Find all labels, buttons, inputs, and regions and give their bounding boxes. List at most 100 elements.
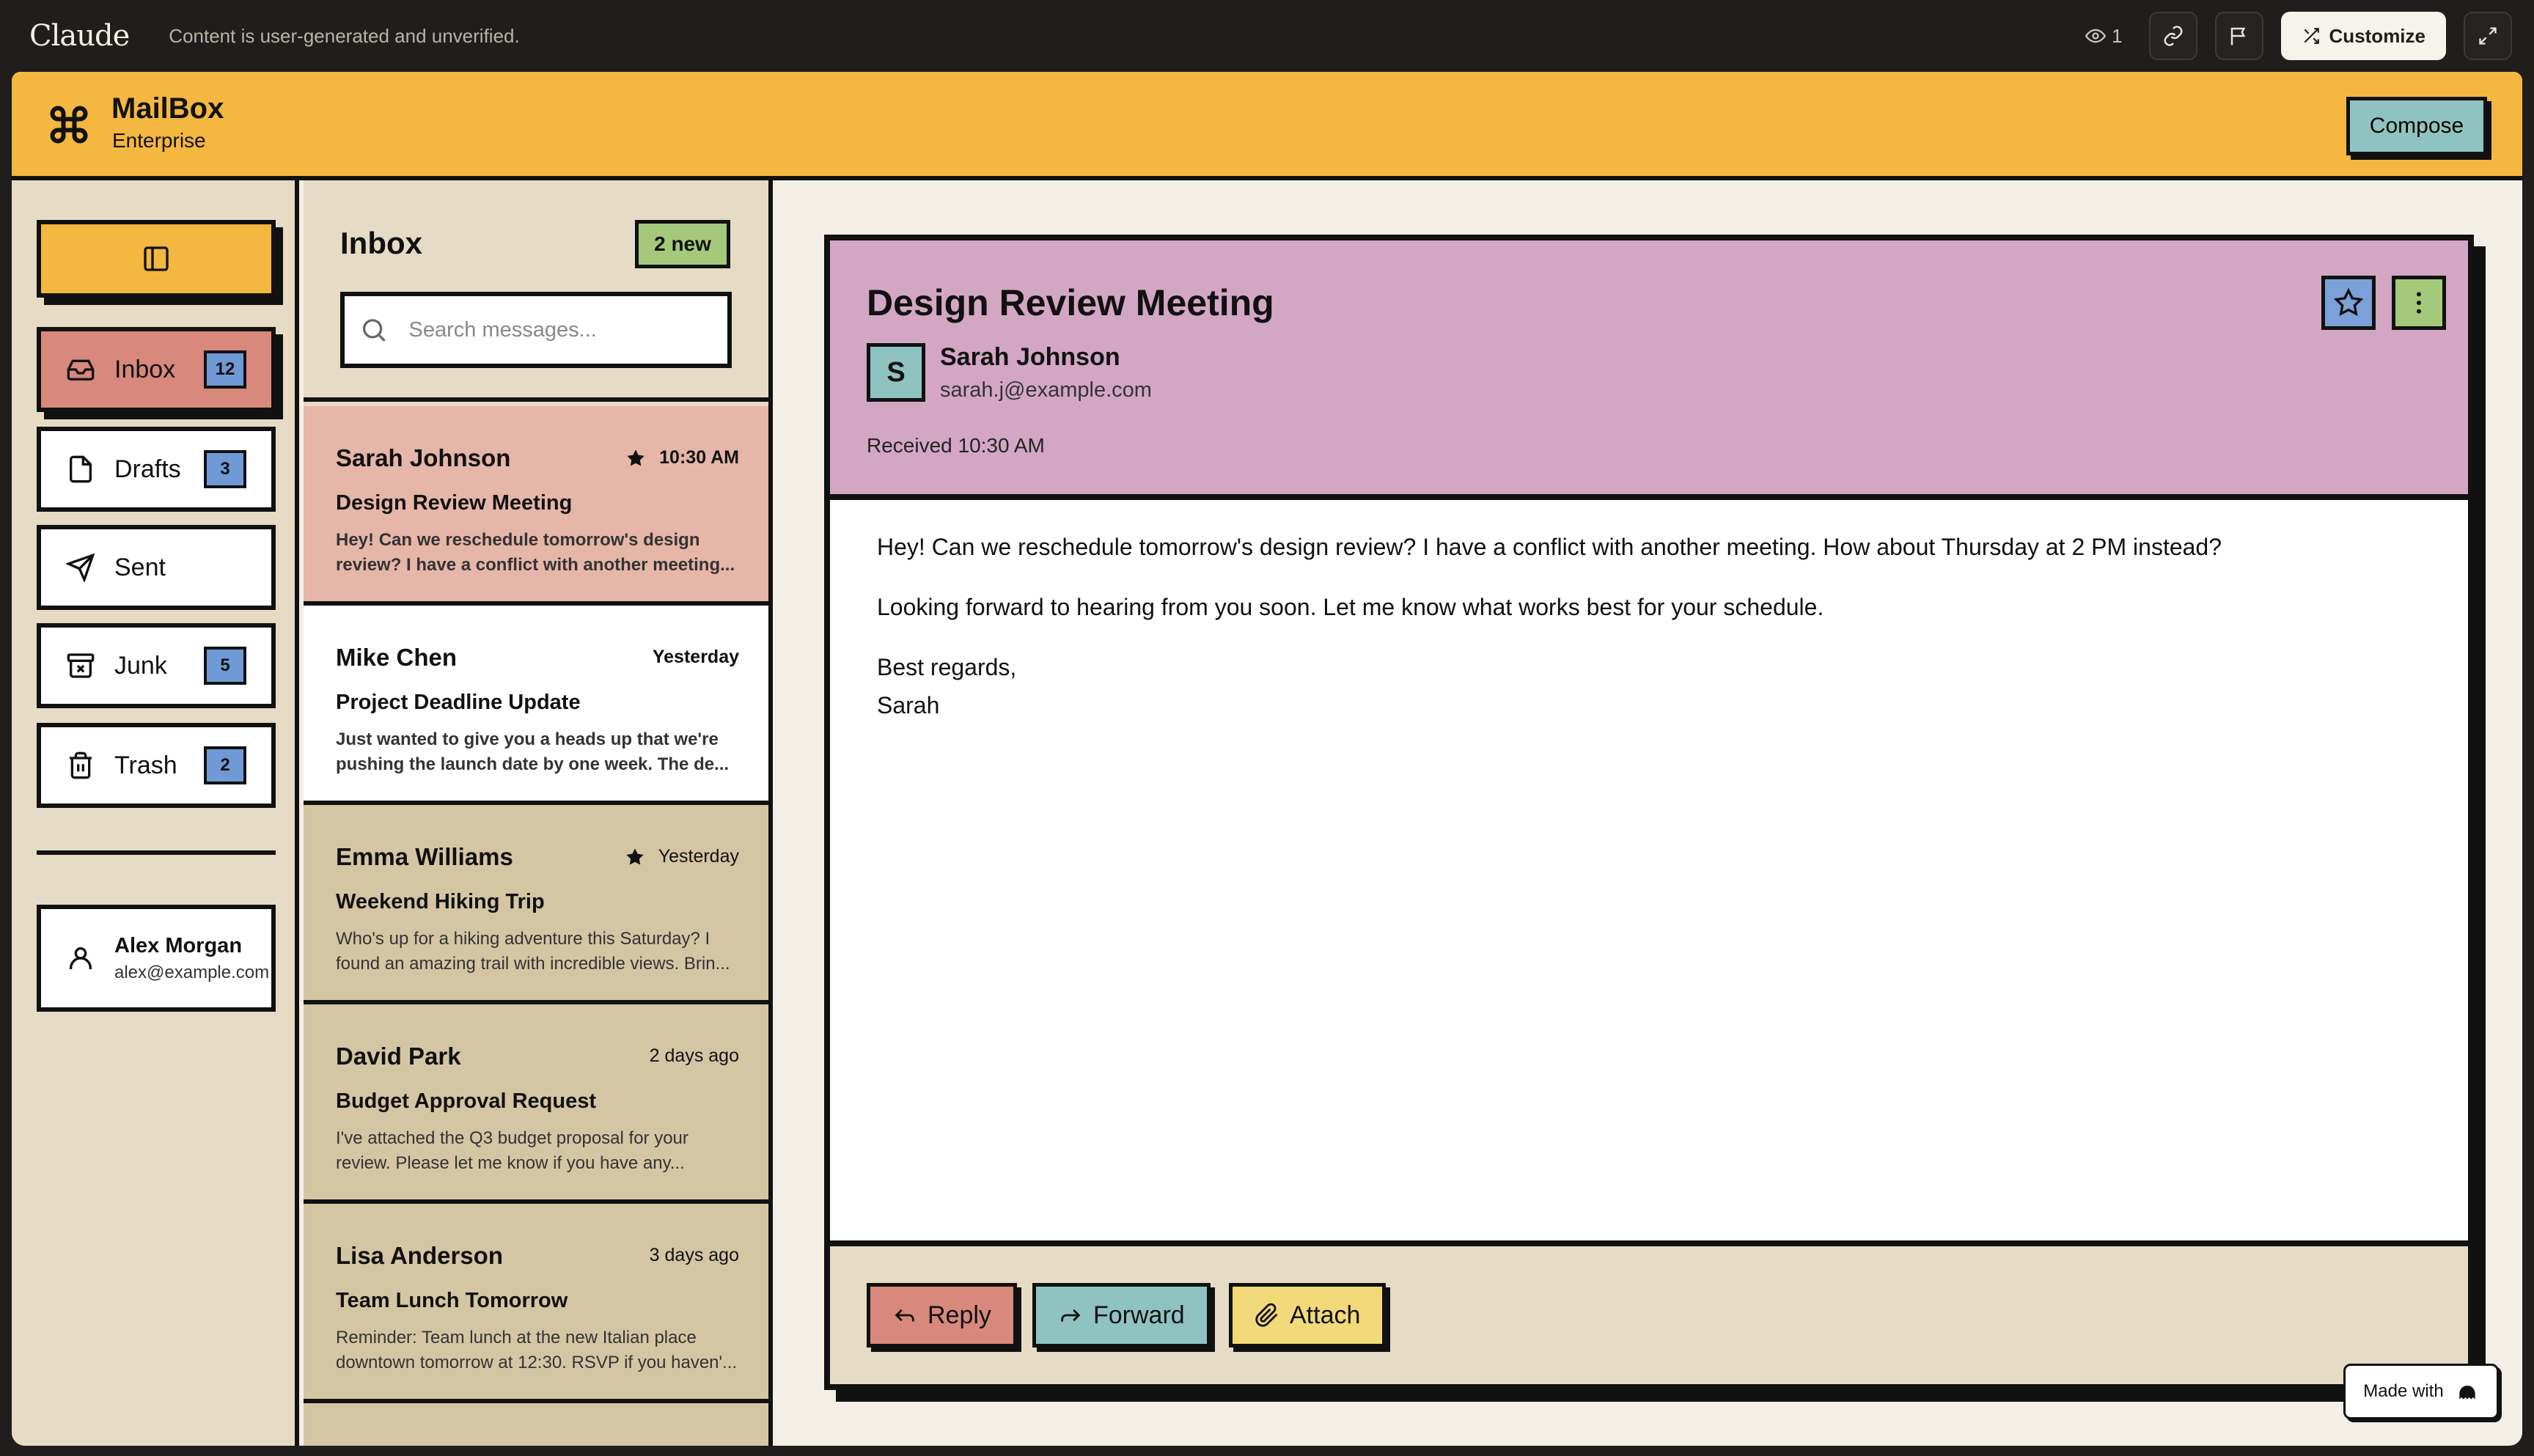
made-with-label: Made with (2363, 1381, 2444, 1401)
search-box[interactable] (340, 292, 732, 368)
file-icon (65, 453, 97, 485)
link-icon (2164, 26, 2183, 46)
star-icon (2334, 288, 2363, 317)
forward-icon (1061, 1309, 1081, 1322)
new-count-badge: 2 new (635, 220, 730, 268)
app-subtitle: Enterprise (112, 129, 206, 152)
sidebar-toggle-button[interactable] (37, 220, 276, 298)
expand-button[interactable] (2464, 12, 2512, 60)
sidebar-item-label: Sent (114, 553, 166, 581)
message-sender: Emma Williams (336, 843, 513, 870)
message-sender: Sarah Johnson (336, 444, 511, 471)
made-with-badge[interactable]: Made with (2343, 1364, 2499, 1419)
email-subject: Design Review Meeting (867, 282, 1274, 323)
reply-icon (895, 1309, 914, 1322)
count-badge: 5 (204, 647, 246, 685)
shuffle-icon (2304, 28, 2319, 44)
sidebar-item-label: Trash (114, 751, 177, 779)
message-list-header: Inbox 2 new (304, 180, 768, 402)
app-header: MailBox Enterprise Compose (12, 72, 2522, 180)
email-paragraph: Hey! Can we reschedule tomorrow's design… (877, 534, 2222, 560)
send-icon (65, 551, 97, 584)
sidebar-item-label: Junk (114, 651, 167, 680)
count-badge: 2 (204, 746, 246, 784)
reply-button[interactable]: Reply (867, 1283, 1017, 1347)
sidebar-item-junk[interactable]: Junk 5 (37, 623, 276, 708)
brand-logo: Claude (29, 19, 130, 53)
app-title: MailBox (111, 92, 224, 125)
star-button[interactable] (2321, 276, 2376, 330)
message-list: Inbox 2 new Sarah Johnson 10:30 AM Desig… (304, 180, 773, 1446)
sidebar-item-drafts[interactable]: Drafts 3 (37, 427, 276, 512)
flag-icon (2230, 27, 2245, 45)
search-icon (362, 319, 386, 342)
command-icon (50, 106, 88, 144)
reading-pane-header: Design Review Meeting S Sarah Johnson sa… (830, 240, 2468, 500)
flag-button[interactable] (2214, 12, 2263, 60)
search-input[interactable] (408, 317, 727, 342)
message-preview: Who's up for a hiking adventure this Sat… (336, 929, 730, 974)
email-signoff: Best regards, (877, 654, 1017, 680)
message-sender: Lisa Anderson (336, 1242, 503, 1269)
eye-icon (2085, 29, 2107, 43)
sidebar-item-inbox[interactable]: Inbox 12 (37, 327, 276, 412)
message-item[interactable]: David Park 2 days ago Budget Approval Re… (304, 1004, 768, 1204)
more-options-button[interactable] (2392, 276, 2446, 330)
customize-label: Customize (2329, 24, 2425, 47)
sidebar-divider (37, 850, 276, 855)
reply-label: Reply (928, 1301, 991, 1329)
count-badge: 12 (204, 350, 246, 389)
message-item[interactable]: Mike Chen Yesterday Project Deadline Upd… (304, 606, 768, 805)
message-preview: Just wanted to give you a heads up that … (336, 729, 730, 774)
received-time: Received 10:30 AM (867, 434, 1045, 457)
sidebar-item-label: Drafts (114, 455, 181, 483)
count-badge: 3 (204, 450, 246, 488)
message-item-partial[interactable] (304, 1403, 768, 1446)
message-item[interactable]: Lisa Anderson 3 days ago Team Lunch Tomo… (304, 1204, 768, 1403)
message-preview: I've attached the Q3 budget proposal for… (336, 1128, 688, 1173)
message-subject: Design Review Meeting (336, 491, 573, 515)
message-preview: Hey! Can we reschedule tomorrow's design… (336, 530, 735, 575)
list-title: Inbox (340, 226, 422, 260)
sidebar-item-sent[interactable]: Sent (37, 525, 276, 610)
message-time: Yesterday (658, 846, 739, 867)
top-bar: Claude Content is user-generated and unv… (0, 0, 2534, 72)
content-notice: Content is user-generated and unverified… (169, 24, 520, 47)
reading-pane: Design Review Meeting S Sarah Johnson sa… (824, 235, 2474, 1390)
mail-app: MailBox Enterprise Compose Inbox 12 Draf… (12, 72, 2522, 1446)
star-filled-icon (627, 449, 644, 466)
message-subject: Project Deadline Update (336, 691, 581, 714)
link-button[interactable] (2148, 12, 2197, 60)
email-paragraph: Looking forward to hearing from you soon… (877, 594, 1824, 620)
paperclip-icon (1255, 1303, 1278, 1327)
customize-button[interactable]: Customize (2280, 12, 2446, 60)
sidebar: Inbox 12 Drafts 3 Sent Junk 5 Trash 2 Al… (12, 180, 299, 1446)
sidebar-item-trash[interactable]: Trash 2 (37, 723, 276, 808)
message-item[interactable]: Sarah Johnson 10:30 AM Design Review Mee… (304, 406, 768, 606)
attach-label: Attach (1290, 1301, 1361, 1329)
attach-button[interactable]: Attach (1229, 1283, 1387, 1347)
view-count-value: 1 (2112, 24, 2123, 47)
claude-logo-icon (2459, 1386, 2475, 1400)
view-count: 1 (2085, 24, 2123, 48)
message-time: 2 days ago (649, 1045, 739, 1066)
message-item[interactable]: Emma Williams Yesterday Weekend Hiking T… (304, 805, 768, 1004)
user-icon (70, 947, 92, 969)
expand-icon (2479, 27, 2497, 45)
message-preview: Reminder: Team lunch at the new Italian … (336, 1328, 738, 1372)
archive-x-icon (65, 650, 97, 682)
compose-button[interactable]: Compose (2346, 97, 2487, 155)
email-body: Hey! Can we reschedule tomorrow's design… (877, 528, 2417, 724)
message-subject: Weekend Hiking Trip (336, 890, 545, 913)
trash-icon (65, 749, 97, 782)
panel-left-icon (144, 246, 169, 271)
user-profile[interactable]: Alex Morgan alex@example.com (37, 905, 276, 1012)
message-sender: David Park (336, 1043, 461, 1070)
sender-avatar: S (867, 343, 925, 402)
sender-email: sarah.j@example.com (940, 378, 1152, 402)
message-time: 3 days ago (649, 1245, 739, 1265)
message-subject: Team Lunch Tomorrow (336, 1289, 568, 1312)
message-subject: Budget Approval Request (336, 1089, 597, 1113)
message-time: Yesterday (652, 647, 739, 667)
forward-button[interactable]: Forward (1032, 1283, 1211, 1347)
